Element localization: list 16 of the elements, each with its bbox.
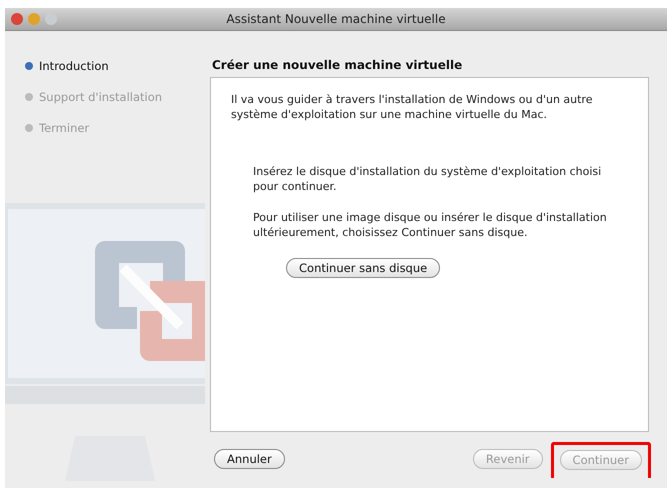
- step-item: Terminer: [25, 121, 210, 135]
- step-item: Support d'installation: [25, 90, 210, 104]
- page-heading: Créer une nouvelle machine virtuelle: [212, 58, 464, 72]
- zoom-button[interactable]: [45, 13, 57, 25]
- instruction-text: Pour utiliser une image disque ou insérer le disque d'installation ultérieurement, choisissez Continuer sans disque.: [253, 210, 608, 240]
- continue-without-disk-button[interactable]: Continuer sans disque: [286, 258, 440, 278]
- step-item: Introduction: [25, 59, 210, 73]
- step-bullet-icon: [25, 124, 33, 132]
- step-bullet-icon: [25, 62, 33, 70]
- minimize-button[interactable]: [28, 13, 40, 25]
- step-bullet-icon: [25, 93, 33, 101]
- dialog-button[interactable]: Annuler: [214, 449, 285, 469]
- instruction-text: Insérez le disque d'installation du système d'exploitation choisi pour continuer.: [253, 164, 602, 194]
- instruction-text: Il va vous guider à travers l'installation de Windows ou d'un autre système d'exploitation sur une machine virtuelle du Mac.: [231, 92, 594, 122]
- window-title: Assistant Nouvelle machine virtuelle: [226, 12, 446, 26]
- close-button[interactable]: [11, 13, 23, 25]
